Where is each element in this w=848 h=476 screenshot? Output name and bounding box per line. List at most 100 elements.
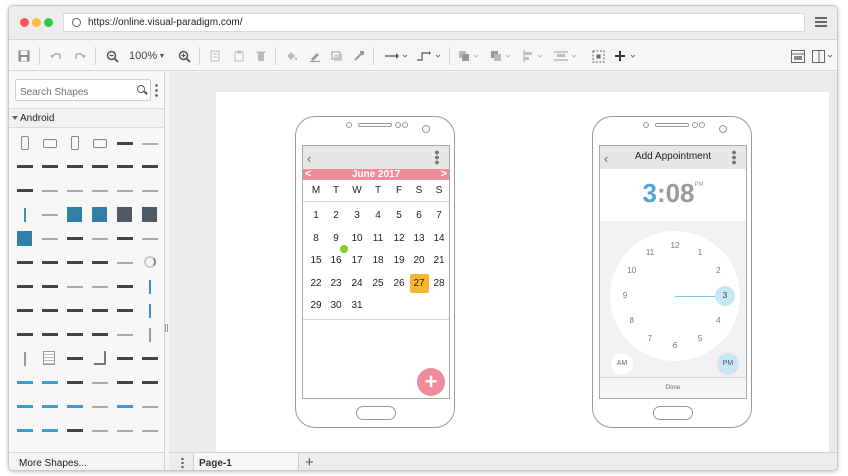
android-shape-thumbnail[interactable]: [17, 405, 33, 408]
android-shape-thumbnail[interactable]: [17, 189, 33, 192]
close-window-icon[interactable]: [20, 18, 29, 27]
android-shape-thumbnail[interactable]: [42, 429, 58, 432]
calendar-day[interactable]: 22: [306, 275, 326, 293]
android-shape-thumbnail[interactable]: [117, 207, 132, 222]
calendar-day[interactable]: 7: [429, 207, 449, 225]
clock-number-selected[interactable]: 3: [715, 286, 735, 306]
fill-color-button[interactable]: [283, 46, 299, 66]
android-shape-thumbnail[interactable]: [92, 165, 108, 168]
calendar-day[interactable]: 2: [326, 207, 346, 225]
android-shape-thumbnail[interactable]: [92, 406, 108, 408]
android-shape-thumbnail[interactable]: [42, 238, 58, 240]
search-icon[interactable]: [137, 85, 145, 93]
android-shape-thumbnail[interactable]: [42, 214, 58, 216]
android-shape-thumbnail[interactable]: [92, 309, 108, 312]
calendar-day[interactable]: 25: [368, 275, 388, 293]
am-button[interactable]: AM: [611, 353, 633, 375]
format-painter-button[interactable]: [351, 46, 367, 66]
android-shape-thumbnail[interactable]: [42, 165, 58, 168]
android-shape-thumbnail[interactable]: [117, 309, 133, 312]
android-shape-thumbnail[interactable]: [67, 357, 83, 360]
browser-menu-icon[interactable]: [815, 17, 827, 27]
calendar-day[interactable]: 16: [326, 252, 346, 270]
clock-number[interactable]: 8: [625, 315, 639, 327]
overflow-menu-icon[interactable]: [435, 150, 439, 165]
done-button[interactable]: Done: [600, 377, 746, 398]
clock-number[interactable]: 9: [618, 290, 632, 302]
save-button[interactable]: [15, 46, 33, 66]
android-shape-thumbnail[interactable]: [42, 190, 58, 192]
android-shape-thumbnail[interactable]: [42, 261, 58, 264]
add-page-button[interactable]: +: [305, 454, 314, 470]
clock-number[interactable]: 11: [643, 247, 657, 259]
android-shape-thumbnail[interactable]: [67, 165, 83, 168]
calendar-day[interactable]: 17: [347, 252, 367, 270]
calendar-day[interactable]: 4: [368, 207, 388, 225]
insert-button[interactable]: [613, 46, 641, 66]
android-shape-thumbnail[interactable]: [42, 381, 58, 384]
android-shape-thumbnail[interactable]: [67, 429, 83, 432]
android-shape-thumbnail[interactable]: [93, 139, 107, 148]
calendar-day[interactable]: 15: [306, 252, 326, 270]
clock-number[interactable]: 1: [693, 247, 707, 259]
pm-button[interactable]: PM: [717, 353, 739, 375]
redo-button[interactable]: [71, 46, 89, 66]
android-shape-thumbnail[interactable]: [17, 309, 33, 312]
android-shape-thumbnail[interactable]: [17, 231, 32, 246]
calendar-day[interactable]: 5: [389, 207, 409, 225]
page-tab[interactable]: Page-1: [193, 453, 299, 470]
format-panel-button[interactable]: [789, 46, 807, 66]
calendar-day[interactable]: 19: [389, 252, 409, 270]
calendar-day[interactable]: 24: [347, 275, 367, 293]
android-shape-thumbnail[interactable]: [117, 190, 133, 192]
next-month-icon[interactable]: >: [441, 168, 447, 180]
zoom-in-button[interactable]: [175, 46, 193, 66]
clock-number[interactable]: 6: [668, 340, 682, 352]
android-shape-thumbnail[interactable]: [71, 136, 79, 150]
zoom-out-button[interactable]: [103, 46, 121, 66]
line-color-button[interactable]: [307, 46, 323, 66]
connector-type-button[interactable]: [415, 46, 443, 66]
android-shape-thumbnail[interactable]: [117, 237, 133, 240]
clock-number[interactable]: 2: [711, 265, 725, 277]
android-shape-thumbnail[interactable]: [142, 190, 158, 192]
calendar-day[interactable]: 27: [409, 275, 429, 293]
android-shape-thumbnail[interactable]: [42, 285, 58, 288]
chevron-down-icon[interactable]: ▼: [157, 46, 167, 66]
distribute-button[interactable]: [553, 46, 579, 66]
zoom-level-dropdown[interactable]: 100%: [129, 50, 157, 62]
search-shapes-input[interactable]: [15, 79, 151, 101]
android-shape-thumbnail[interactable]: [117, 381, 133, 384]
android-shape-thumbnail[interactable]: [17, 429, 33, 432]
clock-dial[interactable]: 12 1 2 3 4 5 6 7 8 9 10 11: [610, 231, 740, 361]
android-shape-thumbnail[interactable]: [67, 237, 83, 240]
paste-button[interactable]: [231, 46, 247, 66]
android-shape-thumbnail[interactable]: [67, 405, 83, 408]
android-shape-thumbnail[interactable]: [67, 381, 83, 384]
calendar-day[interactable]: 23: [326, 275, 346, 293]
calendar-day[interactable]: 30: [326, 297, 346, 315]
android-shape-thumbnail[interactable]: [142, 357, 158, 360]
android-shape-thumbnail[interactable]: [92, 238, 108, 240]
android-shape-thumbnail[interactable]: [67, 309, 83, 312]
android-shape-thumbnail[interactable]: [21, 136, 29, 150]
android-shape-thumbnail[interactable]: [67, 261, 83, 264]
sidebar-resize-handle[interactable]: [165, 324, 168, 332]
clock-number[interactable]: 12: [668, 240, 682, 252]
android-shape-thumbnail[interactable]: [92, 190, 108, 192]
calendar-day[interactable]: 6: [409, 207, 429, 225]
address-bar[interactable]: https://online.visual-paradigm.com/: [63, 13, 805, 32]
overflow-menu-icon[interactable]: [732, 150, 736, 165]
android-shape-thumbnail[interactable]: [67, 286, 83, 288]
android-shape-thumbnail[interactable]: [17, 261, 33, 264]
connector-style-button[interactable]: [383, 46, 409, 66]
android-shape-thumbnail[interactable]: [117, 285, 133, 288]
android-shape-thumbnail[interactable]: [43, 139, 57, 148]
android-shape-thumbnail[interactable]: [67, 333, 83, 336]
android-shape-thumbnail[interactable]: [142, 143, 158, 145]
more-shapes-button[interactable]: More Shapes...: [9, 452, 164, 470]
android-shape-thumbnail[interactable]: [142, 381, 158, 384]
calendar-day[interactable]: 31: [347, 297, 367, 315]
android-shape-thumbnail[interactable]: [142, 238, 158, 240]
android-shape-thumbnail[interactable]: [42, 309, 58, 312]
